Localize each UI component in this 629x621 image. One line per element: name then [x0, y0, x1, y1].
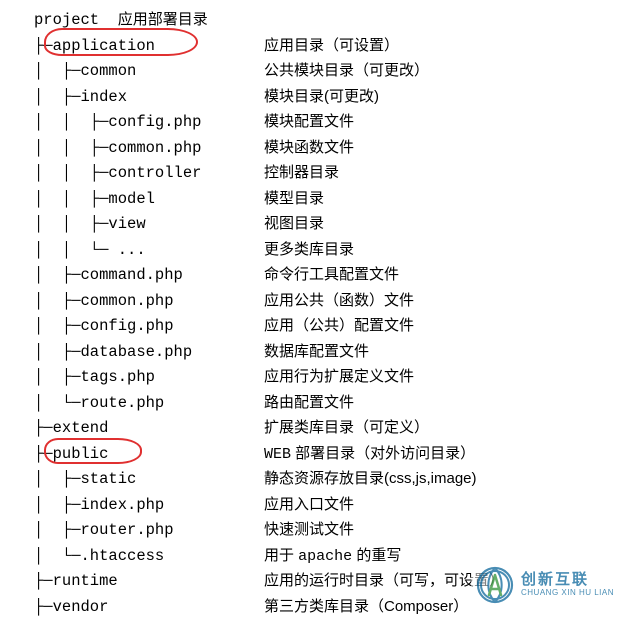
tree-desc: 数据库配置文件 — [264, 340, 369, 364]
tree-node: │ ├─common — [34, 59, 264, 84]
tree-desc: 应用（公共）配置文件 — [264, 314, 414, 338]
tree-desc: 控制器目录 — [264, 161, 339, 185]
tree-node: ├─runtime — [34, 569, 264, 594]
logo-text-en: CHUANG XIN HU LIAN — [521, 589, 614, 598]
tree-desc: 模块目录(可更改) — [264, 85, 379, 109]
tree-row: project 应用部署目录 — [34, 8, 629, 34]
tree-row: │ ├─config.php应用（公共）配置文件 — [34, 314, 629, 340]
tree-desc: 第三方类库目录（Composer） — [264, 595, 468, 619]
tree-desc: 命令行工具配置文件 — [264, 263, 399, 287]
tree-desc: 更多类库目录 — [264, 238, 354, 262]
tree-row: ├─extend扩展类库目录（可定义） — [34, 416, 629, 442]
logo-icon — [475, 565, 515, 605]
tree-desc: 模块函数文件 — [264, 136, 354, 160]
tree-desc: 扩展类库目录（可定义） — [264, 416, 429, 440]
tree-node: │ ├─static — [34, 467, 264, 492]
tree-node: │ ├─database.php — [34, 340, 264, 365]
tree-desc: 应用部署目录 — [118, 8, 208, 32]
tree-desc: 模块配置文件 — [264, 110, 354, 134]
tree-desc: 应用公共（函数）文件 — [264, 289, 414, 313]
tree-node: │ ├─index.php — [34, 493, 264, 518]
tree-row: │ └─route.php路由配置文件 — [34, 391, 629, 417]
tree-desc: 静态资源存放目录(css,js,image) — [264, 467, 477, 491]
tree-node: │ ├─router.php — [34, 518, 264, 543]
directory-tree: project 应用部署目录├─application应用目录（可设置）│ ├─… — [0, 0, 629, 620]
tree-node: ├─application — [34, 34, 264, 59]
tree-node: ├─public — [34, 442, 264, 467]
tree-desc: 应用行为扩展定义文件 — [264, 365, 414, 389]
tree-row: │ ├─common公共模块目录（可更改） — [34, 59, 629, 85]
tree-node: │ ├─command.php — [34, 263, 264, 288]
tree-node: │ │ └─ ... — [34, 238, 264, 263]
tree-node: │ └─route.php — [34, 391, 264, 416]
tree-row: │ ├─static静态资源存放目录(css,js,image) — [34, 467, 629, 493]
tree-desc: 公共模块目录（可更改） — [264, 59, 429, 83]
tree-row: │ │ └─ ...更多类库目录 — [34, 238, 629, 264]
tree-node: │ ├─tags.php — [34, 365, 264, 390]
tree-row: │ ├─common.php应用公共（函数）文件 — [34, 289, 629, 315]
tree-node: │ │ ├─controller — [34, 161, 264, 186]
tree-node: │ └─.htaccess — [34, 544, 264, 569]
tree-node: │ ├─config.php — [34, 314, 264, 339]
logo-text-cn: 创新互联 — [521, 572, 614, 589]
tree-node: │ │ ├─model — [34, 187, 264, 212]
tree-row: │ ├─database.php数据库配置文件 — [34, 340, 629, 366]
tree-desc: 视图目录 — [264, 212, 324, 236]
tree-desc: 应用目录（可设置） — [264, 34, 399, 58]
tree-desc: 模型目录 — [264, 187, 324, 211]
tree-row: │ ├─router.php快速测试文件 — [34, 518, 629, 544]
tree-node: │ │ ├─view — [34, 212, 264, 237]
tree-row: │ ├─command.php命令行工具配置文件 — [34, 263, 629, 289]
tree-desc: 快速测试文件 — [264, 518, 354, 542]
tree-node: project — [34, 8, 118, 33]
tree-node: │ ├─common.php — [34, 289, 264, 314]
tree-row: │ │ ├─model模型目录 — [34, 187, 629, 213]
tree-node: │ │ ├─common.php — [34, 136, 264, 161]
tree-row: │ ├─index.php应用入口文件 — [34, 493, 629, 519]
tree-node: ├─extend — [34, 416, 264, 441]
tree-row: │ │ ├─common.php模块函数文件 — [34, 136, 629, 162]
tree-row: │ ├─index模块目录(可更改) — [34, 85, 629, 111]
tree-node: ├─vendor — [34, 595, 264, 620]
tree-row: ├─application应用目录（可设置） — [34, 34, 629, 60]
tree-row: ├─publicWEB 部署目录（对外访问目录） — [34, 442, 629, 468]
tree-row: │ │ ├─controller控制器目录 — [34, 161, 629, 187]
tree-desc: 用于 apache 的重写 — [264, 544, 401, 569]
tree-row: │ ├─tags.php应用行为扩展定义文件 — [34, 365, 629, 391]
tree-desc: 路由配置文件 — [264, 391, 354, 415]
watermark-logo: 创新互联 CHUANG XIN HU LIAN — [471, 559, 629, 611]
tree-row: │ │ ├─view视图目录 — [34, 212, 629, 238]
tree-row: │ │ ├─config.php模块配置文件 — [34, 110, 629, 136]
tree-desc: 应用入口文件 — [264, 493, 354, 517]
tree-node: │ │ ├─config.php — [34, 110, 264, 135]
tree-desc: WEB 部署目录（对外访问目录） — [264, 442, 475, 467]
tree-node: │ ├─index — [34, 85, 264, 110]
tree-desc: 应用的运行时目录（可写，可设置） — [264, 569, 504, 593]
